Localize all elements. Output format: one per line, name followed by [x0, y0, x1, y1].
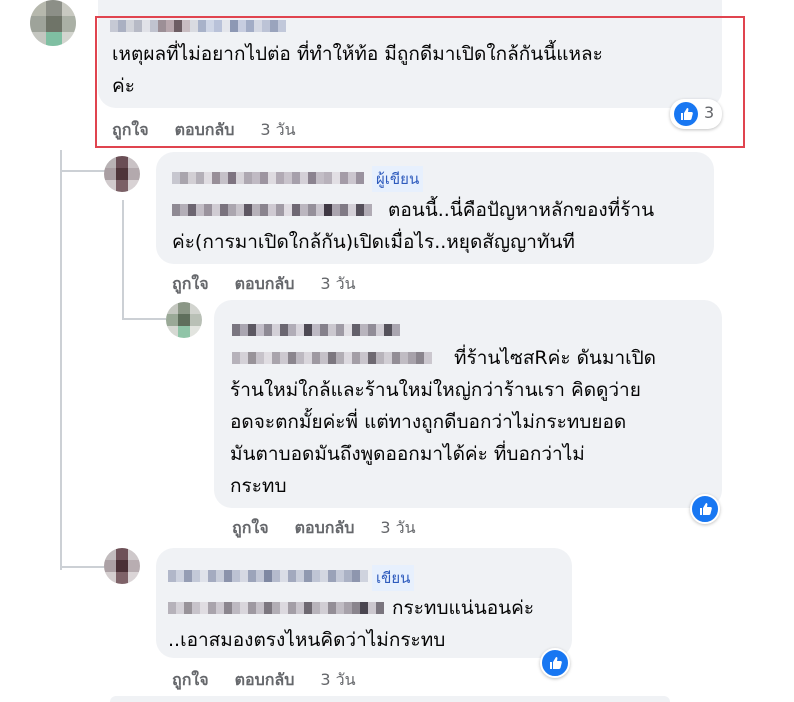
commenter-text-blurred	[172, 204, 372, 216]
thumbs-up-icon[interactable]	[690, 494, 720, 524]
commenter-name-blurred[interactable]	[172, 172, 364, 184]
comment-text-line-2: ค่ะ(การมาเปิดใกล้กัน)เปิดเมื่อไร..หยุดสั…	[172, 231, 575, 253]
thread-line-connector-3	[60, 566, 105, 568]
thread-line-connector-1	[60, 170, 105, 172]
timestamp[interactable]: 3 วัน	[320, 274, 355, 293]
comment-text-line-1: ตอนนี้..นี่คือปัญหาหลักของที่ร้าน	[388, 199, 655, 221]
avatar[interactable]	[30, 0, 76, 46]
comment-actions: ถูกใจ ตอบกลับ 3 วัน	[172, 272, 356, 297]
avatar[interactable]	[166, 302, 202, 338]
like-button[interactable]: ถูกใจ	[232, 518, 269, 537]
commenter-text-blurred	[232, 352, 432, 364]
commenter-name-blurred[interactable]	[232, 324, 400, 336]
commenter-name-blurred[interactable]	[168, 570, 368, 582]
author-badge: ผู้เขียน	[372, 166, 424, 192]
timestamp[interactable]: 3 วัน	[320, 670, 355, 689]
comment-text-line-1: กระทบแน่นอนค่ะ	[392, 597, 535, 619]
timestamp[interactable]: 3 วัน	[380, 518, 415, 537]
reply-button[interactable]: ตอบกลับ	[295, 518, 355, 537]
avatar[interactable]	[104, 548, 140, 584]
like-button[interactable]: ถูกใจ	[172, 274, 209, 293]
thread-line-main	[60, 150, 62, 570]
comment-actions: ถูกใจ ตอบกลับ 3 วัน	[172, 668, 356, 693]
comment-text-line-1: ที่ร้านไซสRค่ะ ดันมาเปิด	[454, 347, 657, 369]
commenter-text-blurred	[168, 602, 384, 614]
reply-button[interactable]: ตอบกลับ	[235, 670, 295, 689]
author-badge: เขียน	[372, 565, 415, 591]
thumbs-up-icon[interactable]	[540, 648, 570, 678]
reply-button[interactable]: ตอบกลับ	[235, 274, 295, 293]
comment-text-rest: ร้านใหม่ใกล้และร้านใหม่ใหญ่กว่าร้านเรา ค…	[230, 379, 641, 497]
avatar[interactable]	[104, 156, 140, 192]
thread-line-nested	[122, 200, 124, 318]
next-comment-bubble-partial	[110, 696, 670, 702]
like-button[interactable]: ถูกใจ	[172, 670, 209, 689]
comment-text-line-2: ..เอาสมองตรงไหนคิดว่าไม่กระทบ	[168, 629, 446, 651]
thread-line-connector-2	[122, 318, 166, 320]
comment-actions: ถูกใจ ตอบกลับ 3 วัน	[232, 516, 416, 541]
highlight-box	[95, 16, 745, 148]
